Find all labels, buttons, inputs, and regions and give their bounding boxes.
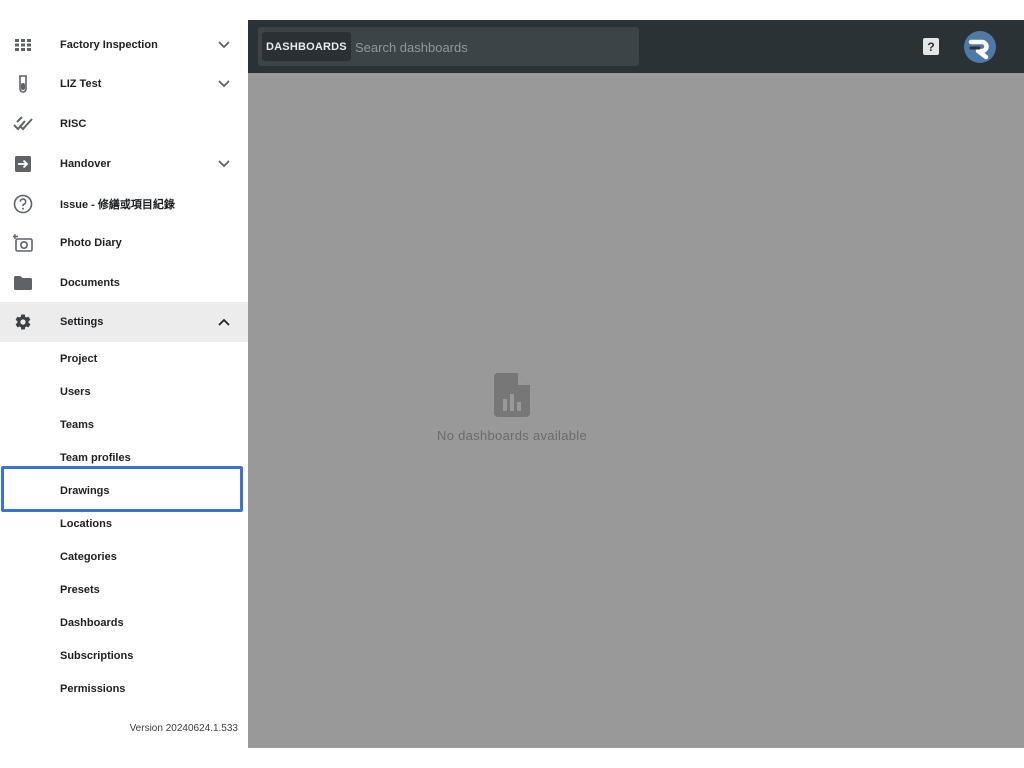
sidebar-item-liz-test[interactable]: LIZ Test [0,64,248,104]
sidebar-item-risc[interactable]: RISC [0,104,248,144]
main-content[interactable]: DASHBOARDS ? No dashboards available [248,20,1024,748]
settings-item-label: Dashboards [60,617,124,629]
sidebar-item-label: Factory Inspection [60,39,158,51]
arrow-right-box-icon [11,152,35,176]
settings-item-label: Teams [60,419,95,431]
search-scope-chip[interactable]: DASHBOARDS [262,32,351,61]
sidebar-item-handover[interactable]: Handover [0,144,248,184]
sidebar: Factory Inspection LIZ Test RISC Handove… [0,0,248,768]
settings-item-permissions[interactable]: Permissions [0,674,248,704]
double-check-icon [11,112,35,136]
chevron-down-icon[interactable] [216,156,232,172]
search-input[interactable] [353,35,627,59]
settings-item-subscriptions[interactable]: Subscriptions [0,641,248,671]
chart-file-icon [494,373,530,417]
sidebar-item-issue[interactable]: Issue - 修繕或項目紀錄 [0,184,248,224]
grid-icon [11,33,35,57]
add-camera-icon [11,231,35,255]
sidebar-item-label: Documents [60,277,120,289]
settings-item-label: Presets [60,584,100,596]
settings-item-drawings[interactable]: Drawings [0,476,248,506]
sidebar-item-label: Settings [60,316,104,328]
sidebar-item-label: RISC [60,118,87,130]
chevron-down-icon[interactable] [216,76,232,92]
gear-icon [11,310,35,334]
settings-item-label: Users [60,386,91,398]
settings-item-label: Drawings [60,485,110,497]
chevron-up-icon[interactable] [216,314,232,330]
settings-item-presets[interactable]: Presets [0,575,248,605]
sidebar-item-label: Issue - 修繕或項目紀錄 [60,199,175,211]
empty-state-text: No dashboards available [437,428,587,443]
settings-item-label: Locations [60,518,112,530]
folder-icon [11,271,35,295]
settings-item-dashboards[interactable]: Dashboards [0,608,248,638]
sidebar-item-documents[interactable]: Documents [0,263,248,303]
chevron-down-icon[interactable] [216,37,232,53]
settings-item-label: Permissions [60,683,126,695]
help-icon[interactable]: ? [923,38,939,55]
settings-item-categories[interactable]: Categories [0,542,248,572]
sidebar-item-label: Photo Diary [60,237,122,249]
sidebar-item-settings[interactable]: Settings [0,302,248,342]
version-label: Version 20240624.1.533 [129,723,238,734]
settings-item-teams[interactable]: Teams [0,410,248,440]
settings-item-team-profiles[interactable]: Team profiles [0,443,248,473]
search-box[interactable]: DASHBOARDS [258,27,639,66]
question-circle-icon [11,192,35,216]
settings-item-label: Categories [60,551,117,563]
test-tube-icon [11,72,35,96]
sidebar-item-factory-inspection[interactable]: Factory Inspection [0,25,248,65]
sidebar-item-label: LIZ Test [60,78,102,90]
settings-item-locations[interactable]: Locations [0,509,248,539]
sidebar-item-label: Handover [60,158,111,170]
settings-item-label: Team profiles [60,452,131,464]
settings-item-users[interactable]: Users [0,377,248,407]
settings-item-label: Subscriptions [60,650,134,662]
avatar[interactable] [964,31,996,63]
settings-item-project[interactable]: Project [0,344,248,374]
settings-item-label: Project [60,353,98,365]
sidebar-item-photo-diary[interactable]: Photo Diary [0,223,248,263]
top-bar: DASHBOARDS ? [248,20,1024,73]
r-logo-icon [968,39,989,60]
